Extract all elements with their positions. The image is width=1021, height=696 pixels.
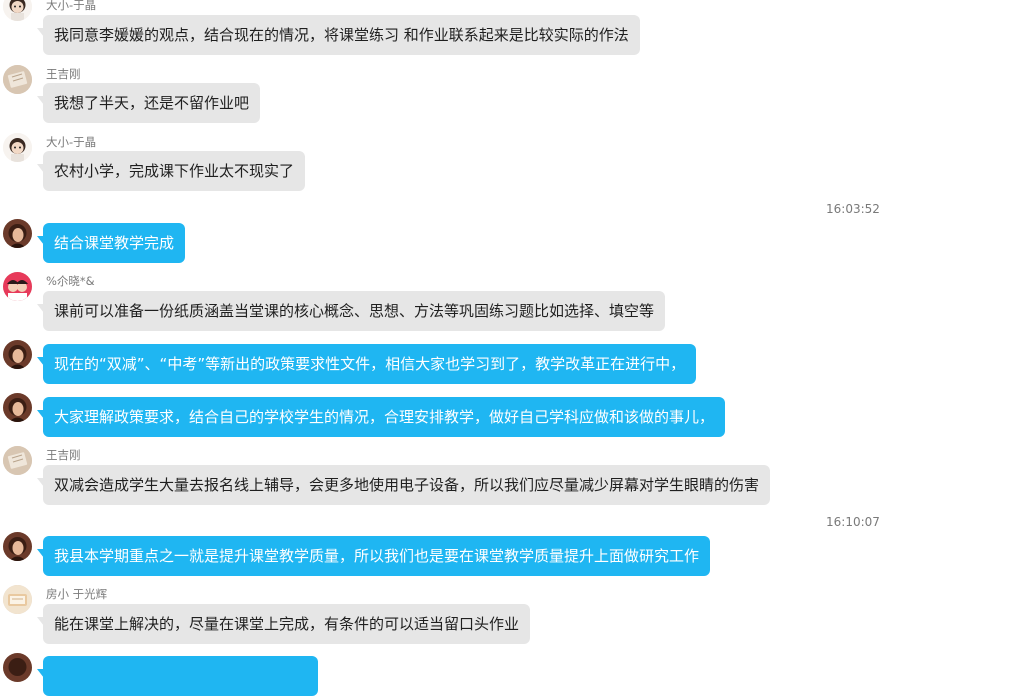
avatar[interactable] xyxy=(3,532,32,561)
avatar[interactable] xyxy=(3,340,32,369)
avatar[interactable] xyxy=(3,585,32,614)
message-bubble[interactable]: 我想了半天，还是不留作业吧 xyxy=(36,83,261,123)
message-bubble[interactable]: 我县本学期重点之一就是提升课堂教学质量，所以我们也是要在课堂教学质量提升上面做研… xyxy=(36,536,711,576)
message-bubble[interactable] xyxy=(37,656,318,696)
avatar[interactable] xyxy=(3,446,32,475)
avatar[interactable] xyxy=(3,272,32,301)
sender-name: 王吉刚 xyxy=(46,67,81,81)
avatar[interactable] xyxy=(3,653,32,682)
message-bubble[interactable]: 大家理解政策要求，结合自己的学校学生的情况，合理安排教学，做好自己学科应做和该做… xyxy=(36,397,726,437)
message-bubble[interactable]: 双减会造成学生大量去报名线上辅导，会更多地使用电子设备，所以我们应尽量减少屏幕对… xyxy=(36,465,771,505)
message-bubble[interactable]: 我同意李媛媛的观点，结合现在的情况，将课堂练习 和作业联系起来是比较实际的作法 xyxy=(37,15,640,55)
message-bubble[interactable]: 农村小学，完成课下作业太不现实了 xyxy=(36,151,306,191)
sender-name: 大小-于晶 xyxy=(46,135,97,149)
message-bubble[interactable]: 现在的“双减”、“中考”等新出的政策要求性文件，相信大家也学习到了，教学改革正在… xyxy=(36,344,697,384)
avatar[interactable] xyxy=(3,0,32,21)
sender-name: 王吉刚 xyxy=(46,448,81,462)
sender-name: 房小 于光辉 xyxy=(46,587,108,601)
sender-name: %尒晓*& xyxy=(46,274,95,288)
sender-name: 大小-于晶 xyxy=(46,0,97,12)
message-bubble[interactable]: 课前可以准备一份纸质涵盖当堂课的核心概念、思想、方法等巩固练习题比如选择、填空等 xyxy=(36,291,666,331)
avatar[interactable] xyxy=(3,219,32,248)
timestamp: 16:03:52 xyxy=(826,202,880,216)
avatar[interactable] xyxy=(3,65,32,94)
message-bubble[interactable]: 能在课堂上解决的，尽量在课堂上完成，有条件的可以适当留口头作业 xyxy=(36,604,531,644)
avatar[interactable] xyxy=(3,393,32,422)
message-bubble[interactable]: 结合课堂教学完成 xyxy=(36,223,186,263)
timestamp: 16:10:07 xyxy=(826,515,880,529)
avatar[interactable] xyxy=(3,133,32,162)
